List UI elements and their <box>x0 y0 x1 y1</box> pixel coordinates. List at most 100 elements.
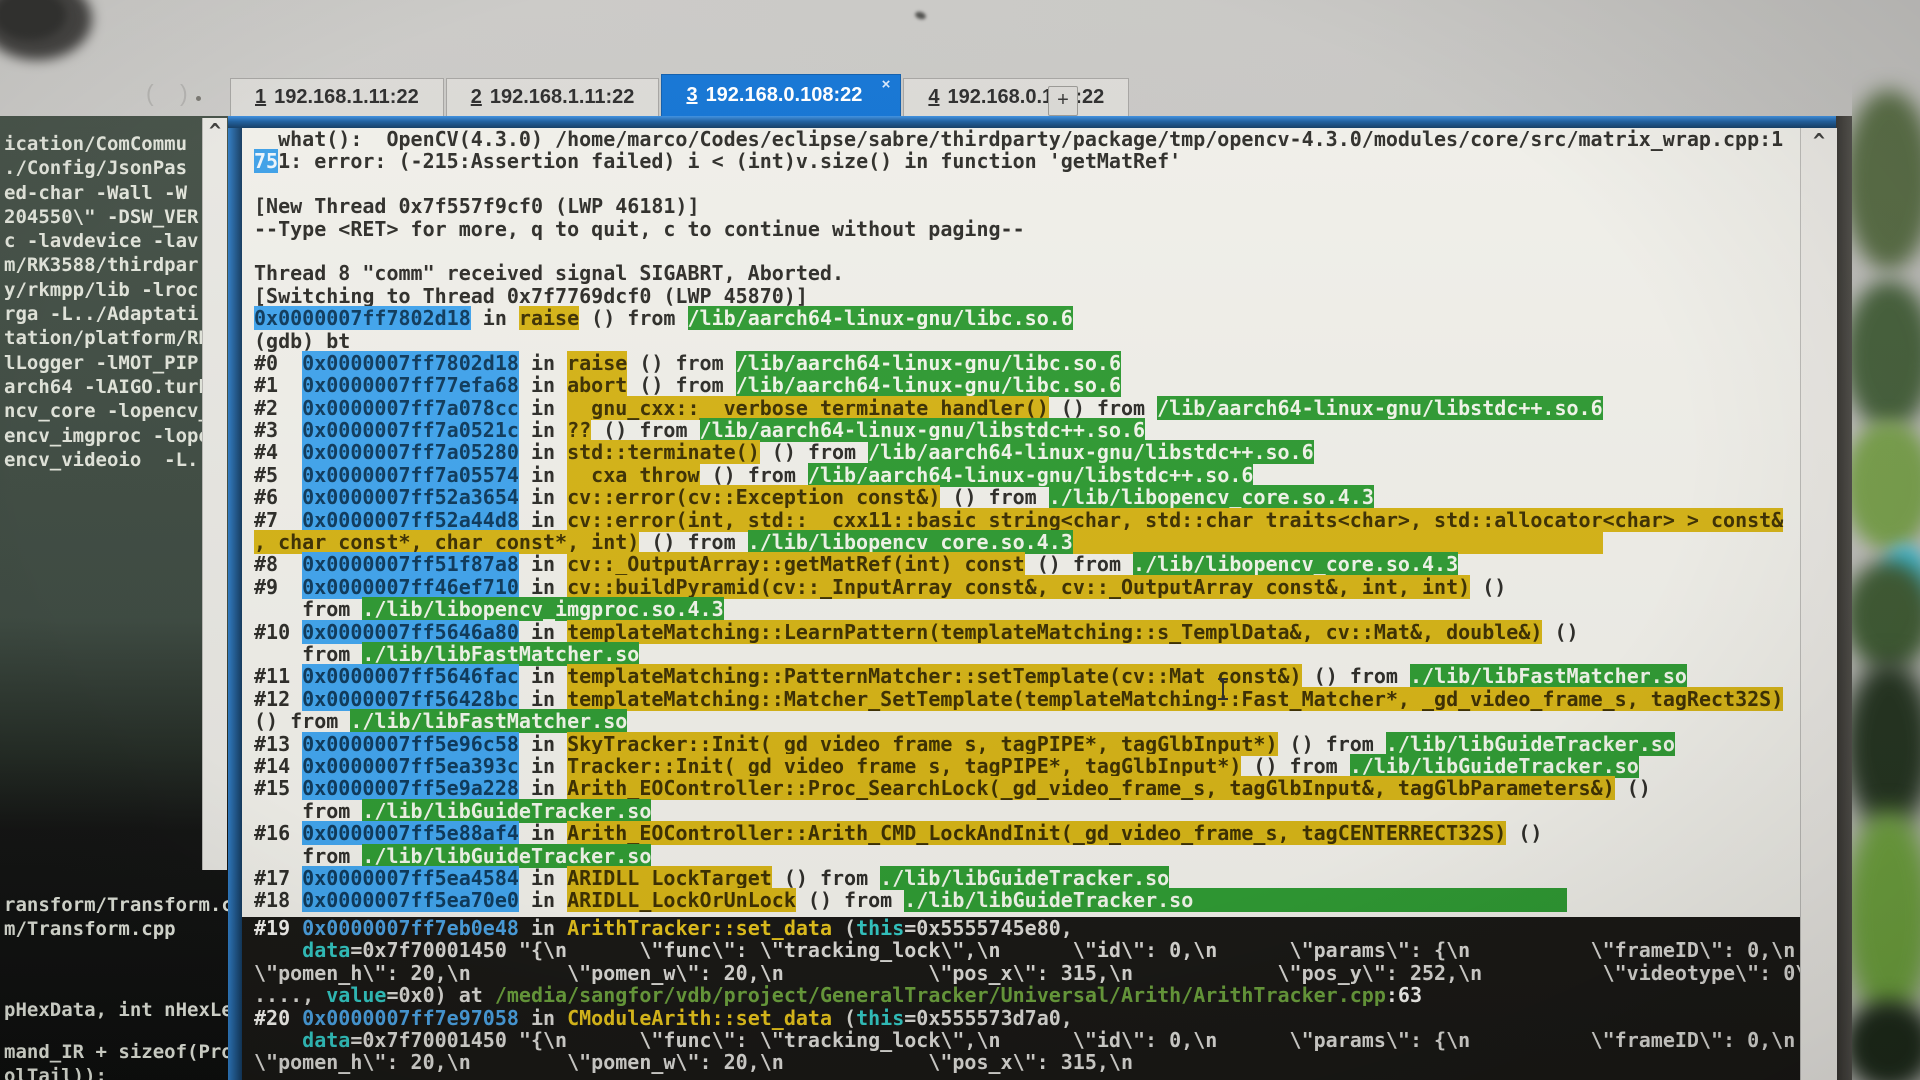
address-highlight: 0x0000007ff77efa68 <box>302 373 519 397</box>
address-highlight: 0x0000007ff51f87a8 <box>302 552 519 576</box>
tab-number: 1 <box>255 86 266 108</box>
text: =0x7f70001450 "{\n \"func\": \"tracking_… <box>350 1028 1795 1052</box>
function-highlight: raise <box>567 351 627 375</box>
background-terminal-line: ed-char -Wall -W <box>4 181 210 205</box>
text: from <box>254 597 362 621</box>
terminal-line: #2 0x0000007ff7a078cc in __gnu_cxx::__ve… <box>242 397 1800 419</box>
text: \"pomen_h\": 20,\n \"pomen_w\": 20,\n \"… <box>254 961 1800 985</box>
gdb-keyword: this <box>856 917 904 940</box>
terminal-line <box>242 173 1800 195</box>
function-highlight: Arith_EOController::Arith_CMD_LockAndIni… <box>567 821 1506 845</box>
function-highlight: templateMatching::LearnPattern(templateM… <box>567 620 1542 644</box>
text: () from <box>772 866 880 890</box>
terminal-line: , char const*, char const*, int) () from… <box>242 531 1800 553</box>
text: from <box>254 844 362 868</box>
background-terminal-line: mand_IR + sizeof(Protoc <box>4 1040 232 1064</box>
terminal-window-left-border <box>228 128 242 1080</box>
text: in <box>519 917 567 940</box>
function-highlight: cv::error(cv::Exception const&) <box>567 485 940 509</box>
text: () from <box>579 306 687 330</box>
gdb-keyword: value <box>326 983 386 1007</box>
scroll-up-icon[interactable]: ^ <box>203 118 227 144</box>
address-highlight: 0x0000007ff5646a80 <box>302 620 519 644</box>
function-highlight: cv::buildPyramid(cv::_InputArray const&,… <box>567 575 1470 599</box>
terminal-line: #14 0x0000007ff5ea393c in Tracker::Init(… <box>242 755 1800 777</box>
photo-background-edge <box>1852 0 1920 1080</box>
background-terminal-line: ransform/Transform.cpp <box>4 893 232 917</box>
terminal-line: #3 0x0000007ff7a0521c in ?? () from /lib… <box>242 419 1800 441</box>
text-cursor-pointer <box>1222 678 1224 700</box>
tab-session-2[interactable]: 2192.168.1.11:22 <box>446 78 660 116</box>
background-window-scrollbar[interactable]: ^ <box>202 118 227 870</box>
text: =0x5555745e80, <box>904 917 1073 940</box>
background-terminal-line: 204550\" -DSW_VER <box>4 205 210 229</box>
tab-scroll-buttons-icon[interactable]: ( ) <box>146 80 198 107</box>
text: in <box>519 754 567 778</box>
background-text-group: ication/ComCommu./Config/JsonPased-char … <box>4 132 210 472</box>
text: in <box>519 888 567 912</box>
text: 1: error: (-215:Assertion failed) i < (i… <box>278 149 1181 173</box>
text: in <box>519 575 567 599</box>
function-highlight: raise <box>519 306 579 330</box>
function-highlight: Arith_EOController::Proc_SearchLock(_gd_… <box>567 776 1615 800</box>
terminal-scrollbar[interactable]: ^ <box>1800 128 1837 1080</box>
function-highlight: cv::_OutputArray::getMatRef(int) const <box>567 552 1025 576</box>
text: #8 <box>254 552 302 576</box>
terminal-line: #0 0x0000007ff7802d18 in raise () from /… <box>242 352 1800 374</box>
terminal-output-gdb: #19 0x0000007ff7eb0e48 in ArithTracker::… <box>242 917 1800 1080</box>
text: () from <box>1049 396 1157 420</box>
text: #2 <box>254 396 302 420</box>
gdb-source-path: /media/sangfor/vdb/project/GeneralTracke… <box>495 983 1386 1007</box>
function-highlight: SkyTracker::Init(_gd_video_frame_s, tagP… <box>567 732 1277 756</box>
text: () from <box>1278 732 1386 756</box>
tab-session-3[interactable]: 3192.168.0.108:22× <box>661 74 901 116</box>
background-terminal-line: pHexData, int nHexLen, <box>4 998 232 1022</box>
tab-address-label: 192.168.0.108:22 <box>706 84 863 106</box>
background-terminal-line: y/rkmpp/lib -lroc <box>4 278 210 302</box>
text-bold: #20 <box>254 1006 302 1030</box>
gdb-keyword: data <box>302 1028 350 1052</box>
new-tab-button[interactable]: + <box>1048 86 1078 116</box>
terminal-line: #20 0x0000007ff7e97058 in CModuleArith::… <box>242 1007 1800 1029</box>
text: () from <box>627 351 735 375</box>
address-highlight: 0x0000007ff7a0521c <box>302 418 519 442</box>
terminal-line: #15 0x0000007ff5e9a228 in Arith_EOContro… <box>242 777 1800 799</box>
tab-close-icon[interactable]: × <box>882 77 891 92</box>
text: #16 <box>254 821 302 845</box>
text: in <box>519 463 567 487</box>
terminal-line: from ./lib/libGuideTracker.so <box>242 845 1800 867</box>
gdb-function: CModuleArith::set_data <box>567 1006 832 1030</box>
text: in <box>519 687 567 711</box>
scroll-up-icon[interactable]: ^ <box>1801 128 1837 154</box>
address-highlight: 0x0000007ff5ea70e0 <box>302 888 519 912</box>
text: () from <box>1025 552 1133 576</box>
library-highlight: /lib/aarch64-linux-gnu/libstdc++.so.6 <box>1157 396 1603 420</box>
gdb-address: 0x0000007ff7eb0e48 <box>302 917 519 940</box>
text-bold: #19 <box>254 917 302 940</box>
library-highlight: /lib/aarch64-linux-gnu/libc.so.6 <box>736 351 1121 375</box>
text: in <box>519 732 567 756</box>
background-terminal-line: tation/platform/RK <box>4 326 210 350</box>
text: #18 <box>254 888 302 912</box>
library-highlight: ./lib/libopencv_core.so.4.3 <box>748 530 1073 554</box>
tab-session-4[interactable]: 4192.168.0.108:22 <box>903 78 1129 116</box>
terminal-line: [Switching to Thread 0x7f7769dcf0 (LWP 4… <box>242 285 1800 307</box>
text: from <box>254 642 362 666</box>
text: what(): OpenCV(4.3.0) /home/marco/Codes/… <box>254 128 1783 151</box>
terminal-line: #4 0x0000007ff7a05280 in std::terminate(… <box>242 441 1800 463</box>
terminal-line: (gdb) bt <box>242 330 1800 352</box>
function-highlight: __cxa_throw <box>567 463 699 487</box>
tab-session-1[interactable]: 1192.168.1.11:22 <box>230 78 444 116</box>
address-highlight: 0x0000007ff56428bc <box>302 687 519 711</box>
terminal-line: #19 0x0000007ff7eb0e48 in ArithTracker::… <box>242 917 1800 939</box>
address-highlight: 0x0000007ff5ea4584 <box>302 866 519 890</box>
text: () <box>1470 575 1506 599</box>
function-highlight: std::terminate() <box>567 440 760 464</box>
terminal-line: ...., value=0x0) at /media/sangfor/vdb/p… <box>242 984 1800 1006</box>
library-highlight: /lib/aarch64-linux-gnu/libc.so.6 <box>736 373 1121 397</box>
text <box>254 938 302 962</box>
address-highlight: 0x0000007ff7802d18 <box>302 351 519 375</box>
terminal-window-top-border <box>228 116 1836 128</box>
background-terminal-line: encv_videoio -L.. <box>4 448 210 472</box>
text <box>254 1028 302 1052</box>
